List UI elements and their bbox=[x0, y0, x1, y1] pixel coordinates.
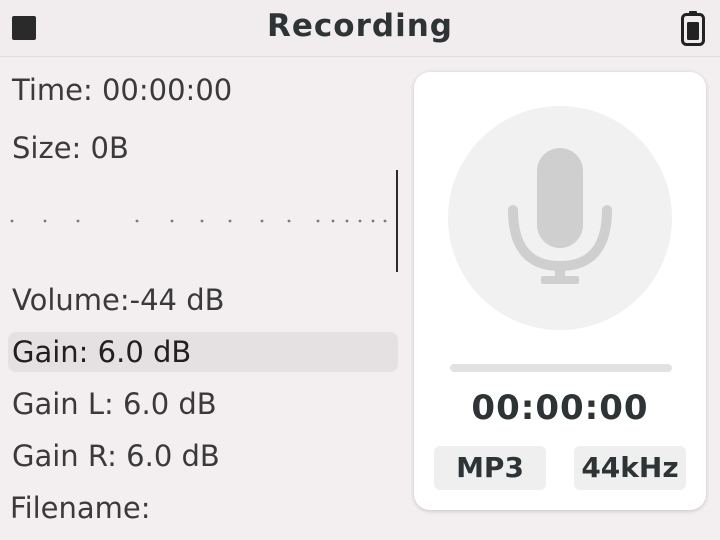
gain-label: Gain: bbox=[12, 335, 89, 369]
gain-l-row[interactable]: Gain L: 6.0 dB bbox=[12, 384, 217, 424]
recording-time: 00:00:00 bbox=[471, 388, 649, 428]
battery-icon bbox=[681, 11, 705, 46]
page-title: Recording bbox=[267, 8, 453, 44]
time-label: Time: bbox=[12, 73, 93, 107]
microphone-icon bbox=[508, 148, 612, 284]
gain-row[interactable]: Gain: 6.0 dB bbox=[8, 332, 398, 372]
header-bar: Recording bbox=[0, 0, 720, 57]
gain-r-row[interactable]: Gain R: 6.0 dB bbox=[12, 436, 220, 476]
volume-label: Volume: bbox=[12, 283, 130, 317]
time-row: Time: 00:00:00 bbox=[12, 70, 232, 110]
sample-rate-chip[interactable]: 44kHz bbox=[574, 446, 686, 490]
filename-label: Filename: bbox=[10, 491, 151, 525]
gain-l-value: 6.0 dB bbox=[123, 387, 217, 421]
stats-panel: Time: 00:00:00 Size: 0B Volume:-44 dB Ga… bbox=[0, 56, 410, 540]
gain-l-label: Gain L: bbox=[12, 387, 114, 421]
recorder-card: 00:00:00 MP3 44kHz bbox=[414, 72, 706, 510]
format-chip[interactable]: MP3 bbox=[434, 446, 546, 490]
gain-r-label: Gain R: bbox=[12, 439, 117, 473]
waveform-display bbox=[10, 170, 398, 272]
filename-row[interactable]: Filename: bbox=[10, 488, 160, 528]
volume-row: Volume:-44 dB bbox=[12, 280, 225, 320]
volume-value: -44 dB bbox=[129, 283, 225, 317]
playhead-cursor bbox=[396, 170, 398, 272]
size-label: Size: bbox=[12, 131, 82, 165]
recording-progress-bar bbox=[450, 364, 672, 372]
record-button[interactable] bbox=[448, 106, 672, 330]
gain-r-value: 6.0 dB bbox=[126, 439, 220, 473]
gain-value: 6.0 dB bbox=[97, 335, 192, 369]
size-value: 0B bbox=[90, 131, 129, 165]
time-value: 00:00:00 bbox=[101, 73, 233, 107]
size-row: Size: 0B bbox=[12, 128, 129, 168]
